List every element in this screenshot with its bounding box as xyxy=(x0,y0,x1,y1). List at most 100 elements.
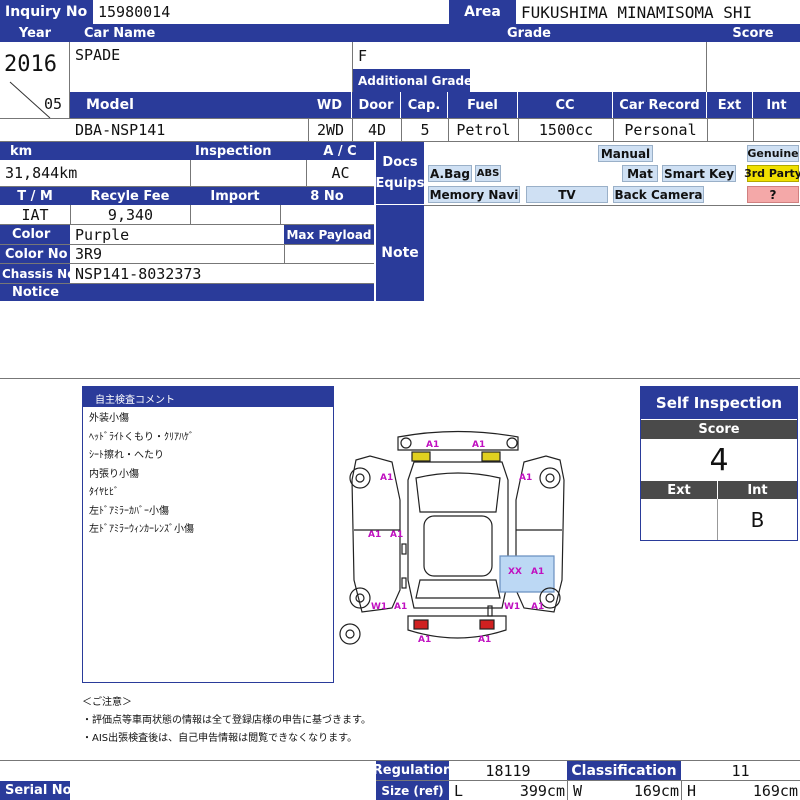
km-label: km xyxy=(0,142,190,160)
color-no-label: Color No xyxy=(0,245,70,263)
eight-no-value xyxy=(280,205,374,224)
docs-label: Docs xyxy=(382,155,418,170)
self-ext-label: Ext xyxy=(641,481,717,499)
fuel-value: Petrol xyxy=(448,118,518,142)
comment-line: 外装小傷 xyxy=(89,413,129,424)
caution-heading: ＜ご注意＞ xyxy=(82,697,132,708)
size-width: W 169cm xyxy=(567,781,681,800)
import-label: Import xyxy=(190,187,280,205)
cap-label: Cap. xyxy=(401,92,447,118)
wd-value: 2WD xyxy=(308,118,352,142)
cc-value: 1500cc xyxy=(518,118,613,142)
color-value: Purple xyxy=(75,225,130,244)
car-damage-diagram: A1 A1 A1 A1 A1 A1 XX A1 W1 A1 W1 A1 A1 A… xyxy=(339,430,565,645)
area-value: FUKUSHIMA MINAMISOMA SHI xyxy=(521,2,753,22)
car-record-label: Car Record xyxy=(613,92,706,118)
wd-label: WD xyxy=(308,92,351,118)
tm-label: T / M xyxy=(0,187,70,205)
score-value xyxy=(707,42,800,92)
serial-no-value xyxy=(70,781,376,800)
damage-mark: W1 xyxy=(504,602,520,612)
equip-question: ? xyxy=(747,186,799,203)
front-bumper xyxy=(397,430,519,451)
car-name-label: Car Name xyxy=(70,24,352,42)
size-height: H 169cm xyxy=(681,781,800,800)
ext-value xyxy=(707,118,753,142)
damage-mark: A1 xyxy=(426,440,439,450)
year-label: Year xyxy=(0,24,70,42)
comment-line: 内張り小傷 xyxy=(89,468,139,480)
km-value: 31,844km xyxy=(5,164,78,182)
self-score-value: 4 xyxy=(709,442,729,478)
damage-mark: A1 xyxy=(531,567,544,577)
self-score-label: Score xyxy=(641,419,797,439)
left-headlight xyxy=(411,451,431,462)
damage-mark: W1 xyxy=(371,602,387,612)
inspection-label: Inspection xyxy=(190,142,306,160)
score-label: Score xyxy=(706,24,800,42)
equip-third-party: 3rd Party xyxy=(744,165,800,182)
note-label: Note xyxy=(376,205,424,301)
caution-line: ・評価点等車両状態の情報は全て登録店様の申告に基づきます。 xyxy=(82,715,371,726)
model-label: Model xyxy=(70,92,308,118)
comment-line: ｼｰﾄ擦れ・へたり xyxy=(89,450,164,461)
ext-label: Ext xyxy=(707,92,752,118)
inspection-value xyxy=(190,160,306,186)
equip-abs: ABS xyxy=(475,165,501,182)
damage-mark: A1 xyxy=(478,635,491,645)
fuel-label: Fuel xyxy=(448,92,517,118)
regulation-value: 18119 xyxy=(485,761,531,780)
spare-wheel xyxy=(339,623,361,645)
damage-mark: A1 xyxy=(519,473,532,483)
comment-line: 左ﾄﾞｱﾐﾗｰｳｨﾝｶｰﾚﾝｽﾞ小傷 xyxy=(89,524,194,535)
damage-mark: XX xyxy=(508,567,522,577)
equip-tv: TV xyxy=(526,186,608,203)
comment-line: 左ﾄﾞｱﾐﾗｰｶﾊﾞｰ小傷 xyxy=(89,505,169,517)
inquiry-label: Inquiry No xyxy=(0,0,93,24)
equip-airbag: A.Bag xyxy=(428,165,472,182)
damage-mark: A1 xyxy=(531,602,544,612)
left-taillight xyxy=(413,619,429,630)
inspection-comment-box: 自主検査コメント 外装小傷 ﾍｯﾄﾞﾗｲﾄくもり・ｸﾘｱﾊｹﾞ ｼｰﾄ擦れ・へた… xyxy=(82,386,334,683)
door-label: Door xyxy=(352,92,400,118)
serial-no-label: Serial No xyxy=(0,781,70,800)
chassis-no-label: Chassis No xyxy=(0,264,70,283)
recycle-fee-value: 9,340 xyxy=(70,205,190,224)
height-label: H xyxy=(687,781,697,800)
right-taillight xyxy=(479,619,495,630)
inspection-comment-title: 自主検査コメント xyxy=(83,387,333,407)
cap-value: 5 xyxy=(401,118,448,142)
max-payload-label: Max Payload xyxy=(284,225,374,244)
int-label: Int xyxy=(753,92,800,118)
equip-back-camera: Back Camera xyxy=(613,186,704,203)
classification-value: 11 xyxy=(731,761,750,780)
damage-mark: A1 xyxy=(394,602,407,612)
height-value: 169cm xyxy=(752,781,798,800)
classification-label: Classification xyxy=(567,761,681,780)
roof xyxy=(423,515,493,577)
cc-label: CC xyxy=(518,92,612,118)
caution-notes: ＜ご注意＞ ・評価点等車両状態の情報は全て登録店様の申告に基づきます。 ・AIS… xyxy=(82,694,542,748)
equip-smart-key: Smart Key xyxy=(662,165,736,182)
equip-manual: Manual xyxy=(598,145,653,162)
windshield xyxy=(415,472,501,513)
equip-memory-navi: Memory Navi xyxy=(428,186,520,203)
self-int-value: B xyxy=(717,499,797,540)
size-length: L 399cm xyxy=(449,781,567,800)
width-value: 169cm xyxy=(633,781,679,800)
caution-line: ・AIS出張検査後は、自己申告情報は閲覧できなくなります。 xyxy=(82,733,358,744)
damage-mark: A1 xyxy=(472,440,485,450)
color-no-value: 3R9 xyxy=(75,245,103,263)
inspection-comment-list: 外装小傷 ﾍｯﾄﾞﾗｲﾄくもり・ｸﾘｱﾊｹﾞ ｼｰﾄ擦れ・へたり 内張り小傷 ﾀ… xyxy=(83,410,333,540)
wheel-front-right xyxy=(539,467,561,489)
color-label: Color xyxy=(0,225,70,244)
notice-label: Notice xyxy=(0,284,374,301)
self-inspection-panel: Self Inspection Score 4 Ext Int B xyxy=(640,386,798,541)
chassis-no-value: NSP141-8032373 xyxy=(75,264,202,283)
damage-mark: A1 xyxy=(368,530,381,540)
additional-grade-label: Additional Grade xyxy=(353,69,470,92)
equip-mat: Mat xyxy=(622,165,658,182)
equips-label: Equips xyxy=(376,176,424,191)
month-value: 05 xyxy=(44,95,63,113)
size-label: Size (ref) xyxy=(376,781,449,800)
